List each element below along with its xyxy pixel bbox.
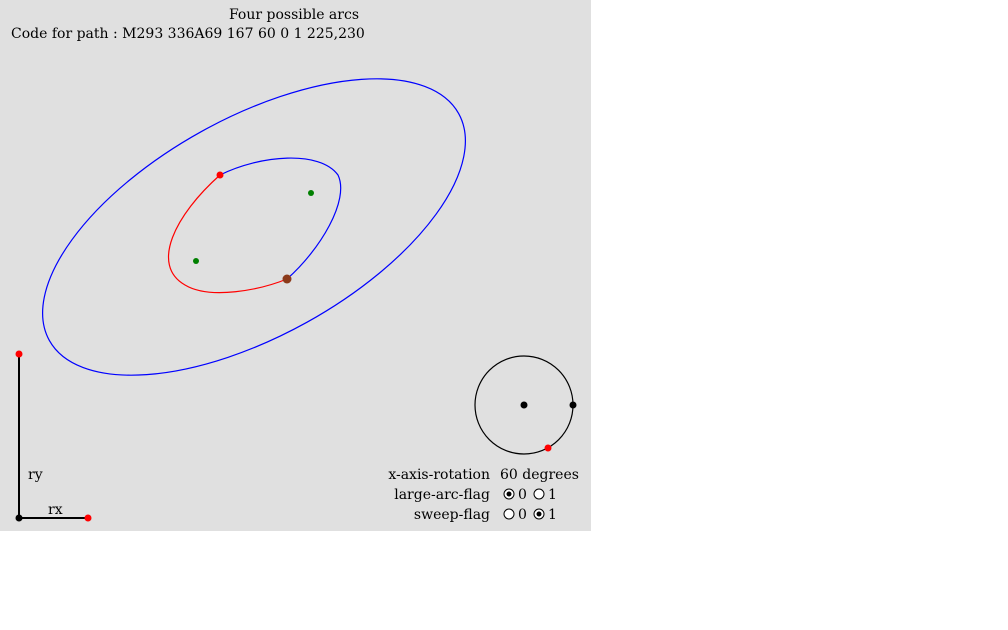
sweep-label: sweep-flag [414,507,490,523]
axis-origin [15,514,23,522]
rotation-value: 60 degrees [500,467,579,483]
rotation-handle[interactable] [544,444,552,452]
rotation-zero-marker [569,401,577,409]
end-point[interactable] [282,274,292,284]
large-arc-option-0: 0 [518,487,527,503]
sweep-option-1: 1 [548,507,557,523]
large-arc-label: large-arc-flag [394,487,490,503]
code-line: Code for path : M293 336A69 167 60 0 1 2… [11,26,365,42]
ry-label: ry [28,467,43,483]
code-prefix: Code for path : [11,26,122,42]
large-arc-radio-0-dot [506,491,512,497]
small-ellipse-arc [219,157,342,280]
large-arc-option-1: 1 [548,487,557,503]
diagram-title: Four possible arcs [229,7,359,23]
arc-demo-stage: Four possible arcs Code for path : M293 … [0,0,591,531]
center-point-a [308,190,314,196]
rotation-dial-center [520,401,528,409]
sweep-radio-0[interactable] [503,508,515,520]
center-point-b [193,258,199,264]
large-arc-radio-1[interactable] [533,488,545,500]
start-point[interactable] [216,171,224,179]
large-ellipse [42,78,466,376]
rotation-label: x-axis-rotation [388,467,490,483]
sweep-option-0: 0 [518,507,527,523]
arc-diagram: Four possible arcs Code for path : M293 … [11,7,579,523]
rx-handle[interactable] [84,514,92,522]
selected-arc [167,174,288,294]
ry-handle[interactable] [15,350,23,358]
sweep-radio-1-dot [536,511,542,517]
rx-label: rx [48,502,63,518]
code-path: M293 336A69 167 60 0 1 225,230 [122,26,365,42]
